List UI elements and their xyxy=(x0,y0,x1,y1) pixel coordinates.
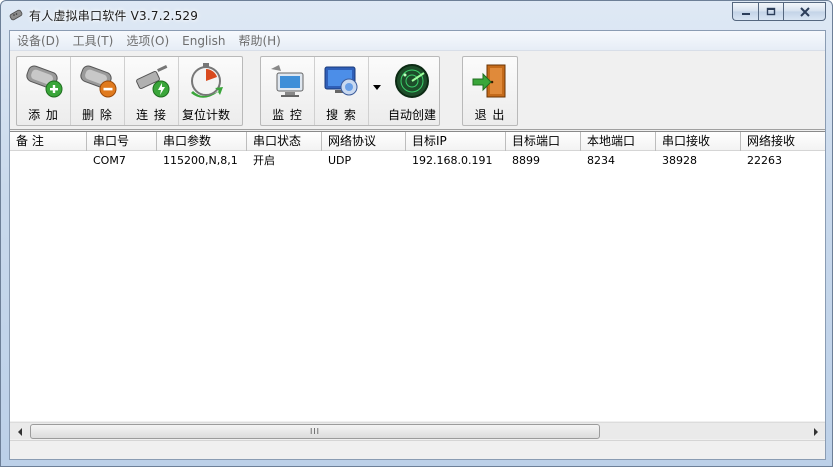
minimize-button[interactable] xyxy=(732,2,758,21)
table-header: 备 注 串口号 串口参数 串口状态 网络协议 目标IP 目标端口 本地端口 串口… xyxy=(10,132,825,151)
connect-button[interactable]: 连 接 xyxy=(125,57,179,125)
close-button[interactable] xyxy=(783,2,826,21)
cell-note xyxy=(10,152,87,170)
column-header-target-ip[interactable]: 目标IP xyxy=(406,132,506,151)
delete-port-icon xyxy=(80,65,117,98)
scroll-left-button[interactable] xyxy=(11,424,28,439)
reset-count-button-label: 复位计数 xyxy=(181,108,230,122)
cell-target-ip: 192.168.0.191 xyxy=(412,154,493,167)
cell-serial-rx: 38928 xyxy=(662,154,697,167)
chevron-left-icon xyxy=(17,427,22,436)
menu-help[interactable]: 帮助(H) xyxy=(231,31,286,51)
scrollbar-grip: III xyxy=(309,427,321,436)
window-title: 有人虚拟串口软件 V3.7.2.529 xyxy=(29,9,199,23)
monitor-button[interactable]: 监 控 xyxy=(261,57,315,125)
menu-options[interactable]: 选项(O) xyxy=(119,31,175,51)
table-row[interactable]: COM7 115200,N,8,1 开启 UDP 192.168.0.191 8… xyxy=(10,152,825,170)
connect-button-label: 连 接 xyxy=(136,108,167,122)
stopwatch-reset-icon xyxy=(191,63,223,98)
exit-door-icon xyxy=(472,64,506,98)
app-window: 有人虚拟串口软件 V3.7.2.529 设备(D) 工具(T) 选项(O) En… xyxy=(0,0,833,467)
column-header-protocol[interactable]: 网络协议 xyxy=(322,132,406,151)
add-button[interactable]: 添 加 xyxy=(17,57,71,125)
minimize-icon xyxy=(741,12,750,15)
chevron-right-icon xyxy=(813,427,818,436)
cell-local-port: 8234 xyxy=(587,154,615,167)
chevron-down-icon xyxy=(373,85,381,90)
menu-english[interactable]: English xyxy=(175,31,231,51)
maximize-button[interactable] xyxy=(758,2,783,21)
column-header-port[interactable]: 串口号 xyxy=(87,132,157,151)
delete-button[interactable]: 删 除 xyxy=(71,57,125,125)
scroll-right-button[interactable] xyxy=(807,424,824,439)
reset-count-button[interactable]: 复位计数 xyxy=(179,57,233,125)
exit-button-label: 退 出 xyxy=(474,108,506,122)
caption-buttons xyxy=(732,2,826,21)
monitor-button-label: 监 控 xyxy=(272,108,303,122)
menu-bar: 设备(D) 工具(T) 选项(O) English 帮助(H) xyxy=(10,31,825,51)
title-bar[interactable]: 有人虚拟串口软件 V3.7.2.529 xyxy=(1,1,832,29)
auto-create-button-label: 自动创建 xyxy=(387,108,436,122)
client-area: 设备(D) 工具(T) 选项(O) English 帮助(H) 添 加 删 除 … xyxy=(9,30,826,460)
radar-icon xyxy=(395,64,429,98)
cell-net-rx: 22263 xyxy=(747,154,782,167)
connect-plug-icon xyxy=(136,64,170,98)
monitor-icon xyxy=(271,65,304,97)
column-header-local-port[interactable]: 本地端口 xyxy=(581,132,656,151)
cell-status: 开启 xyxy=(253,154,275,167)
maximize-icon xyxy=(766,7,776,16)
column-header-serial-rx[interactable]: 串口接收 xyxy=(656,132,741,151)
close-icon xyxy=(799,6,810,17)
horizontal-scrollbar[interactable]: III xyxy=(10,422,825,439)
toolbar-group-port: 添 加 删 除 连 接 复位计数 xyxy=(16,56,243,126)
toolbar: 添 加 删 除 连 接 复位计数 监 控 搜 索 自动创建 退 出 xyxy=(10,52,825,130)
toolbar-group-exit: 退 出 xyxy=(462,56,518,126)
port-table: 备 注 串口号 串口参数 串口状态 网络协议 目标IP 目标端口 本地端口 串口… xyxy=(10,131,825,421)
scrollbar-thumb[interactable]: III xyxy=(30,424,600,439)
column-header-note[interactable]: 备 注 xyxy=(10,132,87,151)
toolbar-group-network: 监 控 搜 索 自动创建 xyxy=(260,56,440,126)
status-bar xyxy=(10,440,825,459)
exit-button[interactable]: 退 出 xyxy=(463,57,517,125)
cell-port: COM7 xyxy=(93,154,126,167)
search-button[interactable]: 搜 索 xyxy=(315,57,369,125)
column-header-params[interactable]: 串口参数 xyxy=(157,132,247,151)
cell-protocol: UDP xyxy=(328,154,352,167)
menu-tools[interactable]: 工具(T) xyxy=(66,31,120,51)
menu-device[interactable]: 设备(D) xyxy=(10,31,66,51)
search-button-label: 搜 索 xyxy=(326,108,357,122)
add-button-label: 添 加 xyxy=(28,108,59,122)
cell-params: 115200,N,8,1 xyxy=(163,154,238,167)
search-network-icon xyxy=(324,66,358,96)
add-port-icon xyxy=(26,65,63,98)
search-dropdown-button[interactable] xyxy=(369,57,385,125)
delete-button-label: 删 除 xyxy=(82,108,113,122)
cell-target-port: 8899 xyxy=(512,154,540,167)
serial-port-icon xyxy=(9,9,23,21)
auto-create-button[interactable]: 自动创建 xyxy=(385,57,439,125)
column-header-net-rx[interactable]: 网络接收 xyxy=(741,132,825,151)
column-header-status[interactable]: 串口状态 xyxy=(247,132,322,151)
column-header-target-port[interactable]: 目标端口 xyxy=(506,132,581,151)
